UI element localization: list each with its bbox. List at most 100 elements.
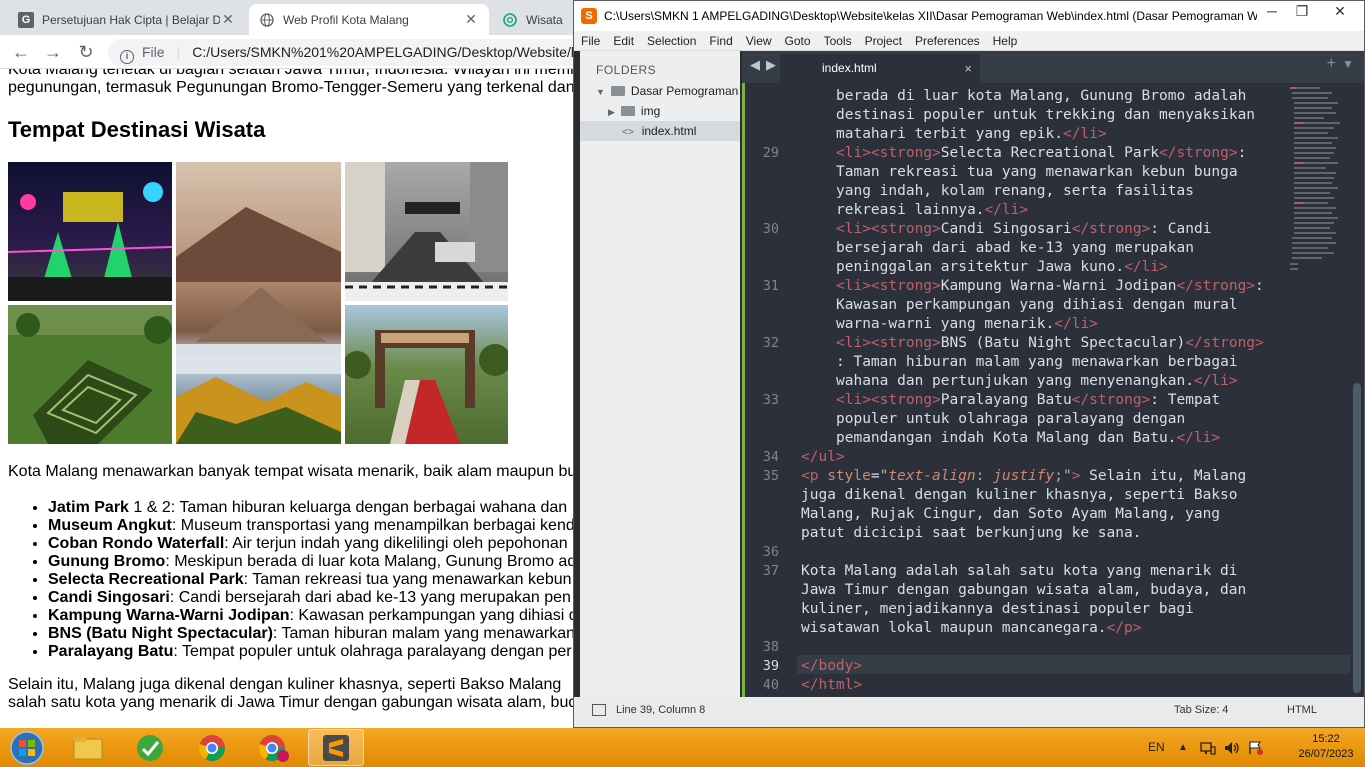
list-item-title: BNS (Batu Night Spectacular) [48, 625, 273, 642]
show-hidden-icons[interactable]: ▲ [1178, 728, 1188, 767]
list-item-desc: : Candi bersejarah dari abad ke-13 yang … [169, 589, 571, 606]
line-number: 33 [762, 392, 779, 408]
intro-line: pegunungan, termasuk Pegunungan Bromo-Te… [8, 79, 575, 96]
list-item-desc: 1 & 2: Taman hiburan keluarga dengan ber… [128, 499, 568, 516]
editor-tab-index[interactable]: index.html × [780, 54, 980, 83]
taskbar-explorer[interactable] [60, 729, 116, 766]
list-item-title: Museum Angkut [48, 517, 172, 534]
sublime-title-bar: S C:\Users\SMKN 1 AMPELGADING\Desktop\We… [574, 1, 1364, 31]
maze-garden-image [8, 305, 172, 444]
code-line: bersejarah dari abad ke-13 yang merupaka… [836, 240, 1194, 256]
tab-nav-right-icon[interactable]: ▶ [766, 57, 776, 73]
syntax-indicator[interactable]: HTML [1287, 697, 1317, 723]
sublime-text-icon [323, 734, 349, 761]
closing-line: Selain itu, Malang juga dikenal dengan k… [8, 676, 562, 693]
minimap[interactable] [1288, 83, 1348, 273]
code-line: Taman rekreasi tua yang menawarkan kebun… [836, 164, 1238, 180]
menu-goto[interactable]: Goto [778, 31, 817, 48]
tree-folder-img[interactable]: ▶ img [580, 101, 740, 121]
bromo-mountain-image [176, 162, 341, 444]
line-number: 34 [762, 449, 779, 465]
menu-tools[interactable]: Tools [817, 31, 858, 48]
bns-night-image [8, 162, 172, 301]
close-icon[interactable]: ✕ [1318, 1, 1362, 23]
menu-find[interactable]: Find [702, 31, 738, 48]
info-icon[interactable]: i [120, 50, 134, 64]
sidebar-toggle-icon[interactable] [592, 704, 606, 716]
forward-arrow-icon[interactable]: → [42, 41, 64, 63]
volume-icon[interactable] [1224, 728, 1240, 767]
list-item-title: Coban Rondo Waterfall [48, 535, 225, 552]
cretaceous-gate-image [345, 305, 508, 444]
folder-icon [620, 106, 635, 116]
new-tab-icon[interactable]: + [1327, 55, 1336, 73]
reload-icon[interactable]: ↻ [75, 41, 97, 63]
line-number-current: 39 [762, 658, 779, 674]
tree-folder-dasar[interactable]: ▼ Dasar Pemograman ' [580, 81, 740, 101]
menu-selection[interactable]: Selection [640, 31, 702, 48]
code-editor[interactable]: 29 30 31 32 33 34 35 36 37 38 39 40 bera… [742, 83, 1351, 697]
list-item-desc: : Kawasan perkampungan yang dihiasi d [289, 607, 575, 624]
close-icon[interactable]: ✕ [220, 11, 236, 28]
list-item: Jatim Park 1 & 2: Taman hiburan keluarga… [48, 499, 575, 517]
chrome-profile-icon [258, 734, 289, 762]
code-line: wisatawan lokal maupun mancanegara.</p> [801, 620, 1142, 636]
list-item-desc: : Air terjun indah yang dikelilingi oleh… [224, 535, 568, 552]
browser-tab-classroom[interactable]: G Persetujuan Hak Cipta | Belajar D ✕ [8, 4, 246, 35]
browser-tab-web-profil[interactable]: Web Profil Kota Malang ✕ [249, 4, 489, 35]
system-clock[interactable]: 15:22 26/07/2023 [1298, 732, 1354, 762]
intro-line: Kota Malang terletak di bagian selatan J… [8, 69, 575, 78]
code-line: <li><strong>Kampung Warna-Warni Jodipan<… [836, 278, 1264, 294]
destination-gallery [8, 162, 508, 444]
start-button[interactable] [0, 729, 54, 766]
browser-tab-wisata[interactable]: Wisata Ko [492, 4, 574, 35]
list-item: BNS (Batu Night Spectacular): Taman hibu… [48, 625, 575, 643]
menu-view[interactable]: View [739, 31, 778, 48]
tab-list-dropdown-icon[interactable]: ▼ [1342, 57, 1354, 71]
menu-preferences[interactable]: Preferences [908, 31, 986, 48]
tree-file-index[interactable]: <> index.html [580, 121, 740, 141]
maximize-icon[interactable]: ❐ [1287, 1, 1317, 23]
folder-open-icon [610, 86, 625, 96]
menu-edit[interactable]: Edit [606, 31, 640, 48]
code-line: kuliner, menjadikannya destinasi populer… [801, 601, 1194, 617]
taskbar-sublime[interactable] [308, 729, 364, 766]
close-icon[interactable]: × [964, 54, 972, 83]
list-item: Kampung Warna-Warni Jodipan: Kawasan per… [48, 607, 575, 625]
chrome-icon [198, 734, 226, 761]
code-line: yang indah, kolam renang, serta fasilita… [836, 183, 1194, 199]
minimize-icon[interactable]: ─ [1257, 1, 1287, 23]
clock-date: 26/07/2023 [1298, 748, 1354, 760]
closing-paragraph: Selain itu, Malang juga dikenal dengan k… [8, 676, 575, 712]
code-line: <li><strong>Candi Singosari</strong>: Ca… [836, 221, 1212, 237]
editor-scrollbar[interactable] [1350, 83, 1364, 697]
taskbar-chrome[interactable] [184, 729, 240, 766]
intro-wisata-paragraph: Kota Malang menawarkan banyak tempat wis… [8, 463, 575, 480]
menu-project[interactable]: Project [858, 31, 908, 48]
language-indicator[interactable]: EN [1148, 728, 1165, 767]
tab-nav-left-icon[interactable]: ◀ [750, 57, 760, 73]
line-number: 30 [762, 221, 779, 237]
list-item-title: Candi Singosari [48, 589, 170, 606]
network-icon[interactable] [1200, 728, 1216, 767]
google-classroom-icon: G [18, 11, 34, 28]
list-item: Coban Rondo Waterfall: Air terjun indah … [48, 535, 575, 553]
tab-size-indicator[interactable]: Tab Size: 4 [1174, 697, 1228, 723]
web-page-content: Kota Malang terletak di bagian selatan J… [0, 69, 575, 728]
close-icon[interactable]: ✕ [463, 11, 479, 28]
code-line: destinasi populer untuk trekking dan men… [836, 107, 1256, 123]
taskbar-app-green[interactable] [122, 729, 178, 766]
code-line: <li><strong>Paralayang Batu</strong>: Te… [836, 392, 1221, 408]
code-line: </html> [801, 677, 863, 693]
action-center-flag-icon[interactable] [1248, 728, 1264, 767]
chatgpt-icon [502, 12, 518, 28]
code-line: <li><strong>Selecta Recreational Park</s… [836, 145, 1247, 161]
scrollbar-thumb[interactable] [1353, 383, 1361, 693]
file-scheme-label: File [142, 44, 165, 60]
back-arrow-icon[interactable]: ← [10, 41, 32, 63]
list-item-title: Paralayang Batu [48, 643, 174, 660]
taskbar-chrome-profile[interactable] [246, 729, 302, 766]
menu-help[interactable]: Help [986, 31, 1024, 48]
menu-file[interactable]: File [574, 31, 606, 48]
line-number: 29 [762, 145, 779, 161]
